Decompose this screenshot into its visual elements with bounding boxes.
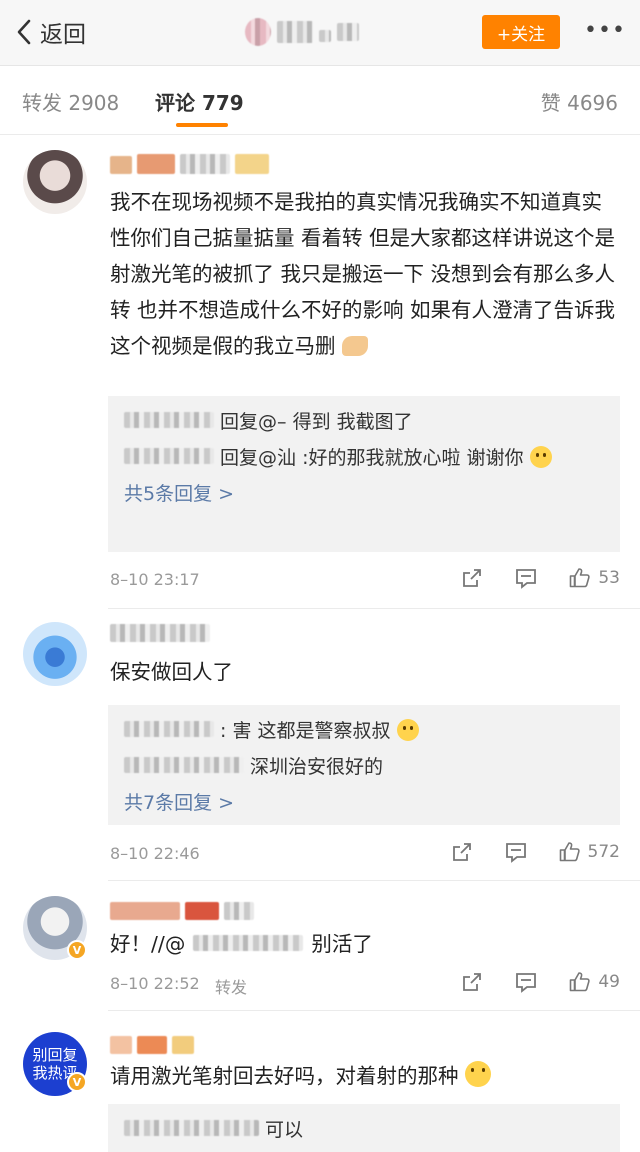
share-icon xyxy=(463,569,482,587)
hand-emoji-icon xyxy=(342,336,369,356)
reply-item: 回复@汕 :好的那我就放心啦 谢谢你 xyxy=(124,440,604,476)
emoji-icon xyxy=(529,446,552,468)
tab-like[interactable]: 赞 4696 xyxy=(541,87,618,116)
thumbs-up-icon xyxy=(559,842,580,862)
back-label: 返回 xyxy=(40,22,86,48)
share-button[interactable] xyxy=(450,840,474,864)
comment-text: 请用激光笔射回去好吗，对着射的那种 xyxy=(110,1058,620,1094)
comment-text: 好！//@ 别活了 xyxy=(110,932,373,956)
active-tab-indicator xyxy=(176,123,228,127)
reply-box[interactable]: 可以 xyxy=(108,1104,620,1152)
like-count: 49 xyxy=(598,972,620,992)
timestamp: 8–10 23:17 xyxy=(110,570,200,589)
view-more-replies-link[interactable]: 共5条回复 > xyxy=(124,476,604,512)
reply-box[interactable]: 回复@– 得到 我截图了 回复@汕 :好的那我就放心啦 谢谢你 共5条回复 > xyxy=(108,396,620,552)
comment-icon xyxy=(505,843,526,863)
view-more-replies-link[interactable]: 共7条回复 > xyxy=(124,785,604,821)
avatar-text: 别回复 xyxy=(32,1046,78,1064)
like-button[interactable]: 572 xyxy=(558,840,620,864)
like-count: 572 xyxy=(587,842,620,862)
timestamp: 8–10 22:46 xyxy=(110,844,200,863)
reply-button[interactable] xyxy=(504,840,528,864)
timestamp: 8–10 22:52 xyxy=(110,974,200,993)
blurred-username[interactable] xyxy=(110,902,255,924)
reply-item: 回复@– 得到 我截图了 xyxy=(124,404,604,440)
tab-bar: 转发 2908 评论 779 赞 4696 xyxy=(0,67,640,135)
comment-text: 我不在现场视频不是我拍的真实情况我确实不知道真实性你们自己掂量掂量 看着转 但是… xyxy=(110,190,616,358)
like-button[interactable]: 53 xyxy=(568,566,620,590)
reply-item: 可以 xyxy=(124,1112,604,1148)
divider xyxy=(108,1010,640,1011)
blurred-username[interactable] xyxy=(110,154,270,176)
tab-repost[interactable]: 转发 2908 xyxy=(22,87,119,116)
like-count: 53 xyxy=(598,568,620,588)
cat-emoji-icon xyxy=(396,719,419,741)
divider xyxy=(108,608,640,609)
share-icon xyxy=(463,973,482,991)
share-button[interactable] xyxy=(460,970,484,994)
back-button[interactable]: 返回 xyxy=(14,14,86,50)
more-options-icon[interactable]: ••• xyxy=(584,20,626,42)
blurred-username-title xyxy=(245,18,359,46)
comment-meta: 8–10 23:17 53 xyxy=(110,566,620,596)
comment-meta: 8–10 22:52 转发 49 xyxy=(110,970,620,1000)
avatar[interactable] xyxy=(23,622,87,686)
blurred-username[interactable] xyxy=(110,1036,195,1058)
verified-badge-icon: V xyxy=(67,1072,87,1092)
like-button[interactable]: 49 xyxy=(568,970,620,994)
reply-box[interactable]: : 害 这都是警察叔叔 深圳治安很好的 共7条回复 > xyxy=(108,705,620,825)
comment-icon xyxy=(516,973,537,993)
share-button[interactable] xyxy=(460,566,484,590)
repost-link[interactable]: 转发 xyxy=(215,974,247,998)
follow-button[interactable]: +关注 xyxy=(482,15,560,49)
comment-meta: 8–10 22:46 572 xyxy=(110,840,620,870)
thumbs-up-icon xyxy=(570,568,591,588)
top-nav-bar: 返回 +关注 ••• xyxy=(0,0,640,66)
divider xyxy=(108,880,640,881)
blurred-username[interactable] xyxy=(110,624,210,646)
reply-button[interactable] xyxy=(514,970,538,994)
verified-badge-icon: V xyxy=(67,940,87,960)
avatar[interactable] xyxy=(23,150,87,214)
thumbs-up-icon xyxy=(570,972,591,992)
smile-emoji-icon xyxy=(465,1061,492,1087)
comment-text: 保安做回人了 xyxy=(110,660,233,684)
comment-icon xyxy=(516,569,537,589)
reply-button[interactable] xyxy=(514,566,538,590)
share-icon xyxy=(452,843,471,861)
chevron-left-icon xyxy=(17,19,31,45)
reply-item: : 害 这都是警察叔叔 xyxy=(124,713,604,749)
reply-item: 深圳治安很好的 xyxy=(124,749,604,785)
